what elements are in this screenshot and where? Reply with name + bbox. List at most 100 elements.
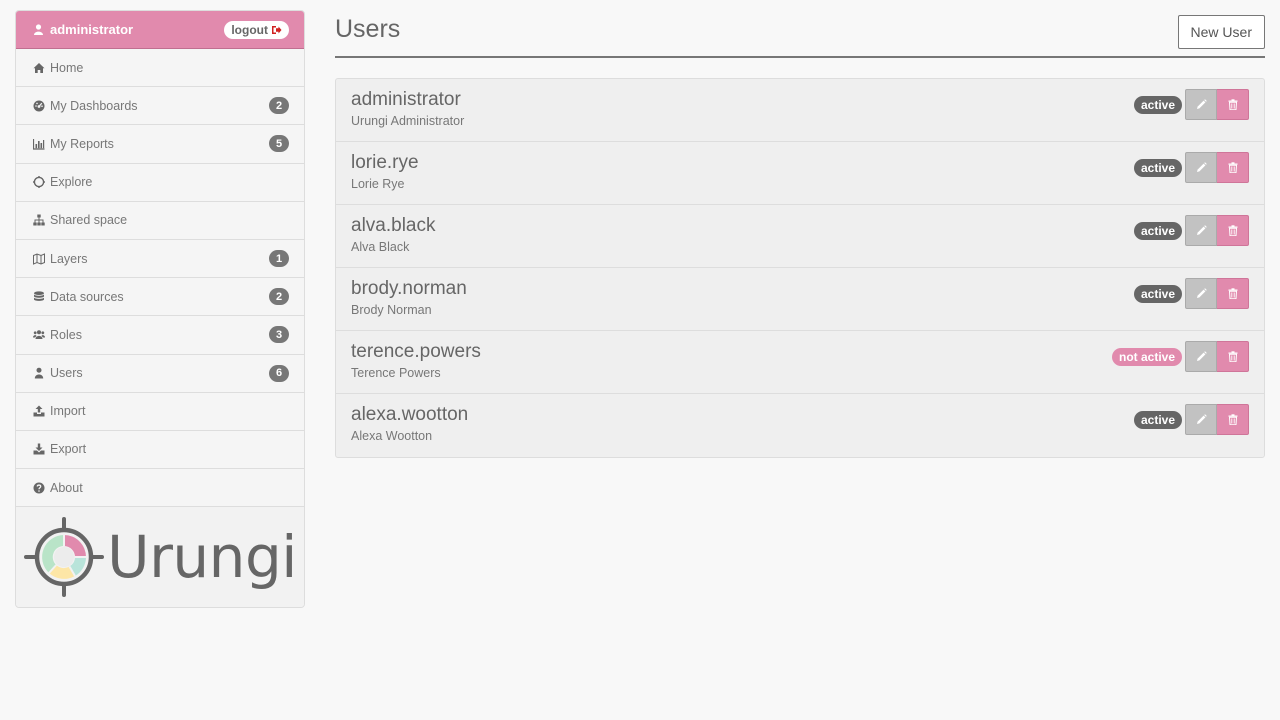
download-icon bbox=[33, 443, 50, 455]
sidebar-item-content: Users bbox=[33, 366, 83, 380]
user-full-name: Brody Norman bbox=[351, 303, 432, 317]
sidebar-item-about[interactable]: About bbox=[16, 469, 304, 508]
sidebar-item-layers[interactable]: Layers 1 bbox=[16, 239, 304, 279]
sidebar-item-my-dashboards[interactable]: My Dashboards 2 bbox=[16, 87, 304, 126]
sidebar-item-my-reports[interactable]: My Reports 5 bbox=[16, 125, 304, 164]
sidebar-item-roles[interactable]: Roles 3 bbox=[16, 316, 304, 355]
sidebar-item-content: Export bbox=[33, 442, 86, 456]
user-full-name: Urungi Administrator bbox=[351, 114, 465, 128]
user-full-name: Alva Black bbox=[351, 240, 410, 254]
sidebar-item-content: About bbox=[33, 481, 83, 495]
sidebar-item-label: Data sources bbox=[50, 289, 124, 304]
user-row: terence.powers Terence Powers not active bbox=[336, 331, 1264, 394]
user-login[interactable]: alexa.wootton bbox=[351, 404, 468, 426]
count-badge: 3 bbox=[269, 326, 289, 344]
sidebar-item-label: Users bbox=[50, 366, 83, 381]
sidebar-item-content: Shared space bbox=[33, 213, 127, 227]
user-full-name: Alexa Wootton bbox=[351, 429, 433, 443]
user-login[interactable]: alva.black bbox=[351, 215, 436, 237]
sidebar-item-label: Home bbox=[50, 60, 84, 75]
user-login[interactable]: terence.powers bbox=[351, 341, 481, 363]
row-actions: active bbox=[1133, 278, 1249, 309]
delete-user-button[interactable] bbox=[1217, 215, 1249, 246]
delete-user-button[interactable] bbox=[1217, 404, 1249, 435]
trash-icon bbox=[1228, 162, 1237, 173]
edit-user-button[interactable] bbox=[1185, 152, 1217, 183]
status-badge: active bbox=[1133, 95, 1182, 114]
row-actions: active bbox=[1133, 152, 1249, 183]
pencil-icon bbox=[1196, 162, 1207, 172]
sidebar-item-label: Shared space bbox=[50, 213, 128, 228]
sidebar-item-home[interactable]: Home bbox=[16, 49, 304, 88]
sidebar-item-data-sources[interactable]: Data sources 2 bbox=[16, 278, 304, 317]
pencil-icon bbox=[1196, 99, 1207, 109]
status-badge: active bbox=[1133, 410, 1182, 429]
delete-user-button[interactable] bbox=[1217, 89, 1249, 120]
user-list: administrator Urungi Administrator active l… bbox=[335, 78, 1265, 458]
user-login[interactable]: brody.norman bbox=[351, 278, 467, 300]
status-badge: not active bbox=[1111, 347, 1182, 366]
row-actions: active bbox=[1133, 215, 1249, 246]
sidebar-item-shared-space[interactable]: Shared space bbox=[16, 201, 304, 240]
user-icon bbox=[33, 367, 50, 379]
sidebar-item-import[interactable]: Import bbox=[16, 392, 304, 431]
user-icon bbox=[34, 24, 43, 35]
sidebar-item-explore[interactable]: Explore bbox=[16, 163, 304, 202]
logout-label: logout bbox=[231, 22, 268, 37]
count-badge: 2 bbox=[269, 97, 289, 115]
user-info: alexa.wootton Alexa Wootton bbox=[351, 394, 468, 443]
question-icon bbox=[33, 482, 50, 494]
map-icon bbox=[33, 252, 50, 265]
sidebar-item-content: Import bbox=[33, 404, 85, 418]
count-badge: 2 bbox=[269, 288, 289, 306]
main-content: Users New User administrator Urungi Admin… bbox=[335, 10, 1265, 458]
delete-user-button[interactable] bbox=[1217, 341, 1249, 372]
sidebar-item-content: My Dashboards bbox=[33, 99, 138, 113]
user-full-name: Lorie Rye bbox=[351, 177, 405, 191]
trash-icon bbox=[1228, 288, 1237, 299]
sitemap-icon bbox=[33, 214, 50, 226]
user-login[interactable]: lorie.rye bbox=[351, 152, 419, 174]
bar-chart-icon bbox=[33, 138, 50, 150]
user-row: administrator Urungi Administrator active bbox=[336, 79, 1264, 142]
sidebar-item-label: My Dashboards bbox=[50, 98, 138, 113]
sidebar-item-content: Layers bbox=[33, 252, 88, 266]
user-info: brody.norman Brody Norman bbox=[351, 268, 467, 317]
delete-user-button[interactable] bbox=[1217, 152, 1249, 183]
edit-user-button[interactable] bbox=[1185, 89, 1217, 120]
sidebar-item-label: Roles bbox=[50, 327, 82, 342]
trash-icon bbox=[1228, 414, 1237, 425]
user-info: administrator Urungi Administrator bbox=[351, 79, 464, 128]
urungi-logo: Urungi bbox=[16, 507, 304, 608]
edit-user-button[interactable] bbox=[1185, 278, 1217, 309]
user-login[interactable]: administrator bbox=[351, 89, 464, 111]
sidebar-item-label: Layers bbox=[50, 251, 88, 266]
page-header: Users New User bbox=[335, 10, 1265, 58]
dashboard-icon bbox=[33, 100, 50, 112]
sidebar-item-label: My Reports bbox=[50, 136, 114, 151]
logout-button[interactable]: logout bbox=[224, 20, 289, 39]
user-info: alva.black Alva Black bbox=[351, 205, 436, 254]
sidebar-item-export[interactable]: Export bbox=[16, 430, 304, 470]
sidebar-item-label: About bbox=[50, 480, 83, 495]
page-title: Users bbox=[335, 15, 401, 43]
edit-user-button[interactable] bbox=[1185, 215, 1217, 246]
status-badge: active bbox=[1133, 284, 1182, 303]
status-badge: active bbox=[1133, 221, 1182, 240]
edit-user-button[interactable] bbox=[1185, 341, 1217, 372]
edit-user-button[interactable] bbox=[1185, 404, 1217, 435]
sidebar-item-users[interactable]: Users 6 bbox=[16, 354, 304, 393]
logo-wheel-icon bbox=[24, 517, 105, 598]
sidebar-item-content: Data sources bbox=[33, 290, 124, 304]
sidebar: administrator logout Home My Dashboards 2 M… bbox=[15, 10, 305, 609]
upload-icon bbox=[33, 405, 50, 417]
sidebar-item-label: Explore bbox=[50, 175, 93, 190]
new-user-button[interactable]: New User bbox=[1177, 15, 1265, 49]
pencil-icon bbox=[1196, 288, 1207, 298]
user-full-name: Terence Powers bbox=[351, 366, 441, 380]
delete-user-button[interactable] bbox=[1217, 278, 1249, 309]
home-icon bbox=[33, 62, 50, 74]
user-row: brody.norman Brody Norman active bbox=[336, 268, 1264, 331]
trash-icon bbox=[1228, 225, 1237, 236]
row-actions: active bbox=[1133, 89, 1249, 120]
